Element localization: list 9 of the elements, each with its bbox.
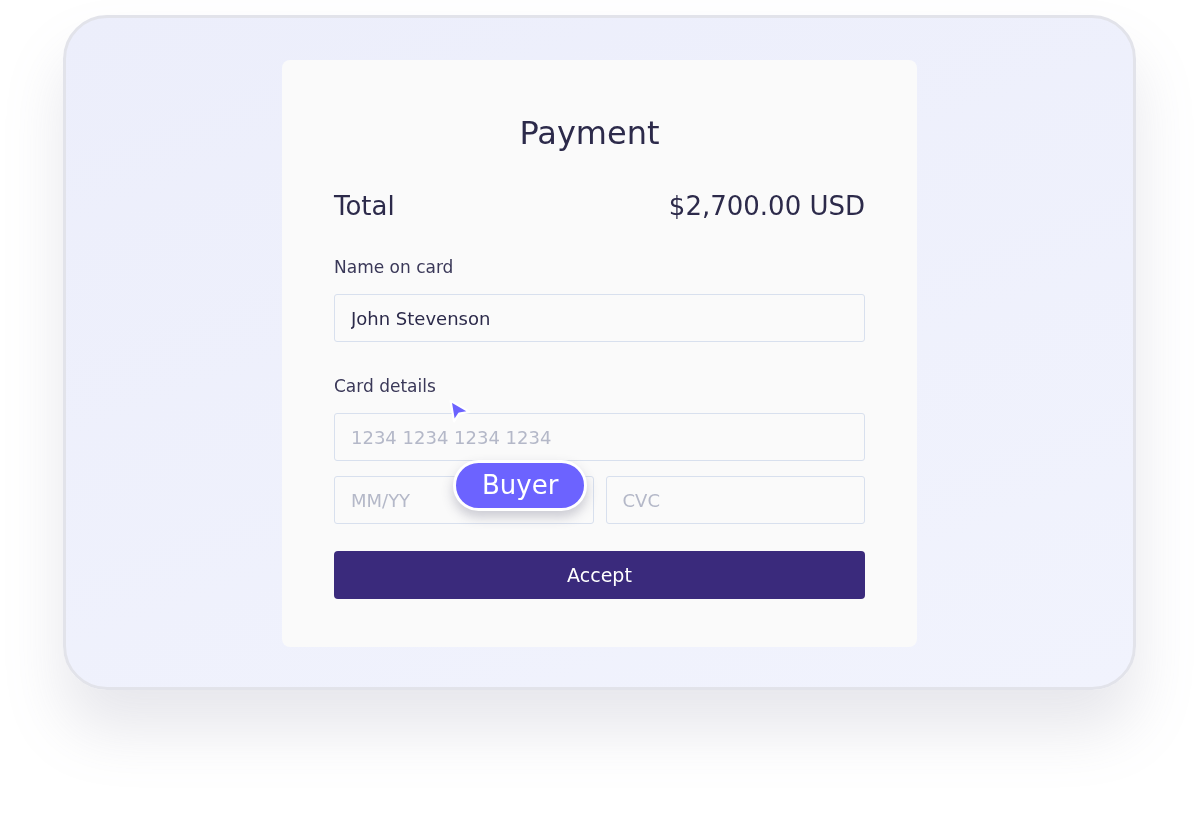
- accept-button[interactable]: Accept: [334, 551, 865, 599]
- field-label: Name on card: [334, 256, 455, 278]
- card-number-field[interactable]: 1234 1234 1234 1234: [334, 413, 865, 461]
- user-badge: Buyer: [453, 460, 588, 511]
- total-label: Total: [334, 190, 395, 223]
- field-label: Card details: [334, 375, 437, 397]
- total-amount: $2,700.00 USD: [668, 190, 865, 223]
- cvc-field[interactable]: CVC: [605, 476, 865, 524]
- payment-title: Payment: [518, 113, 661, 153]
